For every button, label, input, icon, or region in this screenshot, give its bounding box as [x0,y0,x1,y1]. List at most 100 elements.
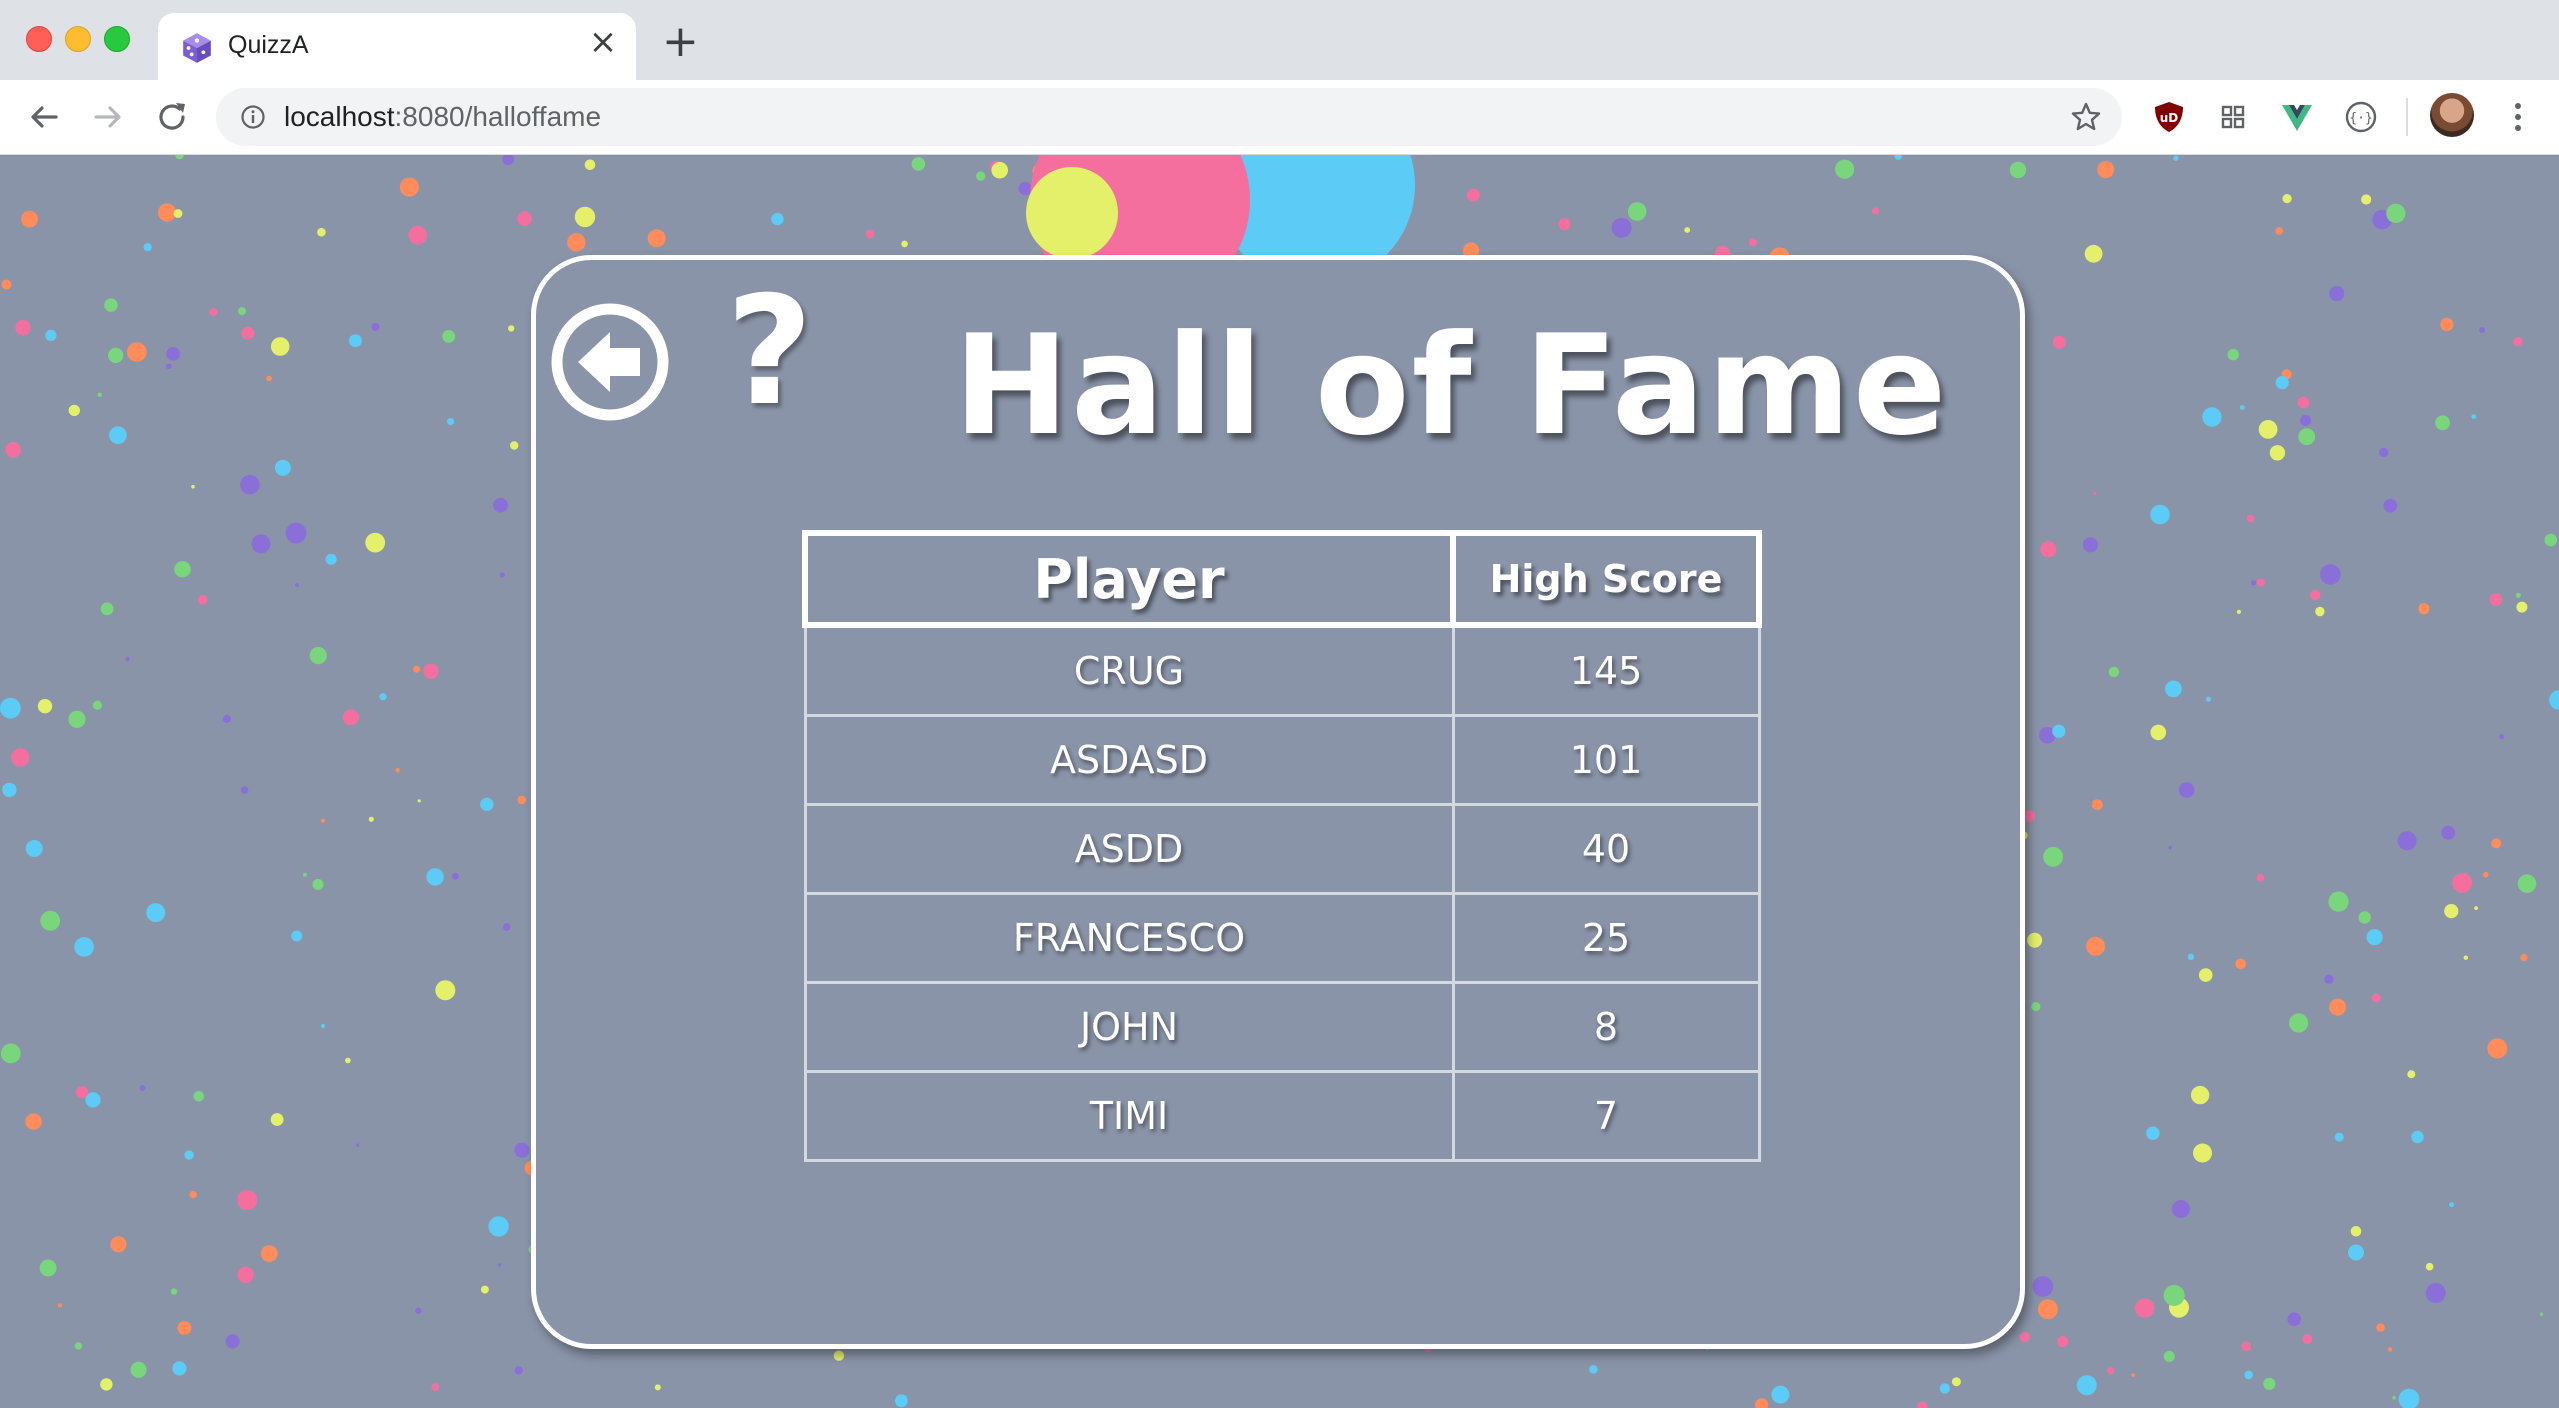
high-score-cell: 25 [1451,892,1761,984]
back-arrow-icon[interactable] [24,97,64,137]
confetti-dot [508,325,515,332]
close-window-button[interactable] [26,26,52,52]
info-icon[interactable] [240,104,266,130]
confetti-dot [2491,838,2502,849]
confetti-dot [11,748,30,767]
confetti-dot [309,647,327,665]
confetti-dot [100,602,114,616]
confetti-dot [435,980,456,1001]
reload-icon[interactable] [152,97,192,137]
confetti-dot [451,872,459,880]
confetti-dot [2515,592,2521,598]
confetti-dot [2425,1283,2446,1303]
confetti-dot [2425,1262,2434,1271]
player-name-cell: CRUG [803,623,1455,717]
player-name-cell: ASDD [803,803,1455,895]
confetti-dot [1917,1401,1928,1408]
confetti-dot [237,1190,258,1210]
confetti-dot [312,879,324,890]
confetti-dot [2193,1143,2212,1163]
tab-title: QuizzA [228,31,309,59]
confetti-dot [2097,161,2115,179]
confetti-dot [2376,1323,2385,1332]
confetti-dot [1466,188,1480,202]
maximize-window-button[interactable] [104,26,130,52]
url-text[interactable]: localhost:8080/halloffame [284,101,601,133]
new-tab-button[interactable]: + [662,20,699,64]
confetti-dot [2329,286,2345,302]
confetti-dot [371,322,380,332]
confetti-dot [2440,317,2454,332]
confetti-dot [2093,491,2097,496]
confetti-dot [25,1113,42,1130]
confetti-dot [68,404,81,417]
confetti-dot [901,240,908,248]
forward-arrow-icon[interactable] [88,97,128,137]
avatar[interactable] [2430,93,2474,137]
confetti-dot [2444,904,2459,919]
confetti-dot [127,342,147,362]
confetti-dot [2235,958,2246,970]
confetti-dot [647,229,666,248]
confetti-dot [2131,1373,2135,1377]
confetti-dot [157,203,177,222]
confetti-dot [2371,993,2381,1003]
menu-dots-icon[interactable] [2502,98,2534,136]
confetti-dot [166,347,181,361]
confetti-dot [317,227,326,237]
browser-tab[interactable]: QuizzA × [158,13,636,80]
confetti-dot [1627,202,1647,221]
confetti-dot [2315,606,2325,617]
confetti-dot [2539,1312,2544,1316]
table-row: CRUG 145 [803,623,1761,717]
confetti-dot [502,923,511,931]
confetti-dot [413,665,421,673]
address-bar[interactable]: localhost:8080/halloffame [216,88,2122,146]
confetti-dot [2241,1341,2252,1352]
minimize-window-button[interactable] [65,26,91,52]
confetti-dot [2275,376,2289,390]
confetti-dot [285,522,307,544]
confetti-dot [1872,207,1879,215]
confetti-dot [2043,846,2063,867]
tab-close-icon[interactable]: × [588,25,618,59]
confetti-dot [2086,936,2105,956]
grid-icon[interactable] [2216,100,2250,134]
confetti-dot [68,710,86,728]
confetti-dot [2057,1336,2069,1347]
confetti-dot [499,572,505,578]
confetti-dot [2202,407,2222,427]
confetti-dot [517,795,526,805]
star-icon[interactable] [2070,101,2102,133]
vue-devtools-icon[interactable] [2280,100,2314,134]
confetti-dot [173,209,183,218]
confetti-dot [177,1321,192,1335]
confetti-dot [74,937,94,957]
confetti-dot [2009,161,2027,179]
confetti-dot [241,326,255,340]
confetti-dot [447,417,455,426]
confetti-dot [0,1043,21,1064]
confetti-dot [92,700,102,710]
ublock-icon[interactable]: uD [2152,100,2186,134]
confetti-dot [2544,533,2558,547]
confetti-dot [2320,564,2341,585]
confetti-dot [2091,799,2103,810]
confetti-dot [2032,1276,2054,1297]
confetti-dot [270,1113,284,1126]
confetti-dot [1018,181,1032,196]
confetti-dot [25,840,43,857]
arrow-left-circle-icon[interactable] [550,302,670,422]
score-column-header: High Score [1450,530,1762,628]
confetti-dot [40,910,61,931]
confetti-dot [2108,666,2120,678]
confetti-dot [2165,680,2182,698]
confetti-dot [240,786,249,794]
help-icon[interactable]: ? [726,277,813,427]
confetti-dot [170,1288,178,1295]
confetti-dot [584,159,596,171]
confetti-dot [237,1266,254,1284]
confetti-dot [423,663,439,679]
code-icon[interactable]: {·} [2344,100,2378,134]
confetti-dot [2168,845,2172,850]
